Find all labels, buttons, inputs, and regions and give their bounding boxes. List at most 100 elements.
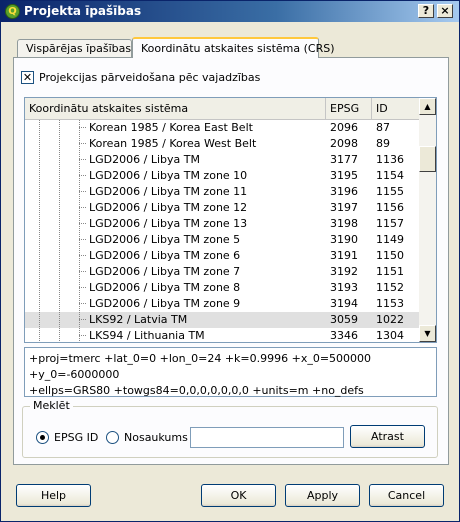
epsg-cell: 3195 (330, 169, 358, 182)
id-cell: 1154 (376, 169, 404, 182)
crs-name-cell: LGD2006 / Libya TM zone 6 (89, 249, 241, 262)
epsg-cell: 3190 (330, 233, 358, 246)
id-cell: 1136 (376, 153, 404, 166)
id-cell: 1152 (376, 281, 404, 294)
crs-name-cell: LGD2006 / Libya TM zone 13 (89, 217, 248, 230)
table-row[interactable]: LGD2006 / Libya TM zone 12 3197 1156 (25, 200, 420, 216)
tree-branch-line (79, 191, 87, 192)
tree-guide-lines (31, 232, 87, 248)
title-bar[interactable]: Q Projekta īpašības ? × (1, 1, 459, 22)
tree-guide-lines (31, 152, 87, 168)
column-header-epsg[interactable]: EPSG (326, 98, 372, 120)
tree-branch-line (79, 143, 87, 144)
radio-epsg-id[interactable] (36, 431, 49, 444)
tab-general[interactable]: Vispārējas īpašības (17, 39, 132, 57)
table-row[interactable]: LGD2006 / Libya TM zone 7 3192 1151 (25, 264, 420, 280)
id-cell: 1022 (376, 313, 404, 326)
tree-branch-line (79, 223, 87, 224)
crs-name-cell: Korean 1985 / Korea West Belt (89, 137, 257, 150)
tab-crs[interactable]: Koordinātu atskaites sistēma (CRS) (132, 37, 335, 58)
table-row[interactable]: LKS94 / Lithuania TM 3346 1304 (25, 328, 420, 342)
tree-branch-line (79, 207, 87, 208)
window-title: Projekta īpašības (24, 4, 142, 18)
crs-name-cell: LGD2006 / Libya TM zone 10 (89, 169, 248, 182)
table-row[interactable]: LGD2006 / Libya TM zone 11 3196 1155 (25, 184, 420, 200)
id-cell: 1150 (376, 249, 404, 262)
epsg-cell: 3193 (330, 281, 358, 294)
tree-guide-lines (31, 296, 87, 312)
scroll-down-arrow-icon[interactable]: ▼ (419, 325, 436, 342)
epsg-cell: 2096 (330, 121, 358, 134)
epsg-cell: 3192 (330, 265, 358, 278)
close-icon[interactable]: × (437, 4, 453, 18)
table-row[interactable]: Korean 1985 / Korea West Belt 2098 89 (25, 136, 420, 152)
apply-button[interactable]: Apply (285, 484, 360, 507)
crs-name-cell: LGD2006 / Libya TM zone 7 (89, 265, 241, 278)
epsg-cell: 3196 (330, 185, 358, 198)
tree-branch-line (79, 159, 87, 160)
crs-name-cell: Korean 1985 / Korea East Belt (89, 121, 253, 134)
crs-name-cell: LGD2006 / Libya TM zone 5 (89, 233, 241, 246)
table-row[interactable]: LGD2006 / Libya TM zone 13 3198 1157 (25, 216, 420, 232)
epsg-cell: 3198 (330, 217, 358, 230)
id-cell: 1157 (376, 217, 404, 230)
column-header-crs[interactable]: Koordinātu atskaites sistēma (25, 98, 326, 120)
ok-button[interactable]: OK (201, 484, 276, 507)
scroll-thumb[interactable] (419, 146, 436, 172)
id-cell: 1151 (376, 265, 404, 278)
table-row[interactable]: LGD2006 / Libya TM zone 6 3191 1150 (25, 248, 420, 264)
find-button[interactable]: Atrast (350, 425, 425, 448)
help-title-button[interactable]: ? (418, 4, 434, 18)
scroll-up-arrow-icon[interactable]: ▲ (419, 98, 436, 115)
vertical-scrollbar[interactable]: ▲ ▼ (419, 98, 436, 342)
tree-guide-lines (31, 312, 87, 328)
crs-tree-list[interactable]: Koordinātu atskaites sistēma EPSG ID Kor… (24, 97, 437, 343)
reprojection-label[interactable]: Projekcijas pārveidošana pēc vajadzības (39, 71, 260, 84)
crs-name-cell: LKS94 / Lithuania TM (89, 329, 205, 342)
search-input[interactable] (190, 427, 344, 448)
reprojection-checkbox[interactable]: ✕ (21, 71, 34, 84)
tree-branch-line (79, 175, 87, 176)
table-row[interactable]: LGD2006 / Libya TM 3177 1136 (25, 152, 420, 168)
table-row[interactable]: Korean 1985 / Korea East Belt 2096 87 (25, 120, 420, 136)
tree-branch-line (79, 271, 87, 272)
epsg-cell: 3177 (330, 153, 358, 166)
id-cell: 1304 (376, 329, 404, 342)
id-cell: 1155 (376, 185, 404, 198)
id-cell: 89 (376, 137, 390, 150)
table-row[interactable]: LGD2006 / Libya TM zone 5 3190 1149 (25, 232, 420, 248)
crs-name-cell: LGD2006 / Libya TM zone 8 (89, 281, 241, 294)
project-properties-window: Q Projekta īpašības ? × Vispārējas īpašī… (0, 0, 460, 522)
id-cell: 1153 (376, 297, 404, 310)
tree-guide-lines (31, 120, 87, 136)
radio-name[interactable] (106, 431, 119, 444)
cancel-button[interactable]: Cancel (369, 484, 444, 507)
tree-branch-line (79, 239, 87, 240)
tree-guide-lines (31, 216, 87, 232)
epsg-cell: 3194 (330, 297, 358, 310)
epsg-cell: 3346 (330, 329, 358, 342)
search-group-title: Meklēt (30, 399, 73, 412)
help-button[interactable]: Help (16, 484, 91, 507)
tree-branch-line (79, 287, 87, 288)
epsg-cell: 2098 (330, 137, 358, 150)
tree-guide-lines (31, 136, 87, 152)
column-header-id[interactable]: ID (372, 98, 420, 120)
tree-branch-line (79, 319, 87, 320)
tree-branch-line (79, 255, 87, 256)
table-row[interactable]: LKS92 / Latvia TM 3059 1022 (25, 312, 420, 328)
table-row[interactable]: LGD2006 / Libya TM zone 8 3193 1152 (25, 280, 420, 296)
tree-guide-lines (31, 264, 87, 280)
id-cell: 1149 (376, 233, 404, 246)
crs-name-cell: LKS92 / Latvia TM (89, 313, 188, 326)
radio-name-label[interactable]: Nosaukums (124, 431, 188, 444)
radio-epsg-id-label[interactable]: EPSG ID (54, 431, 98, 444)
table-row[interactable]: LGD2006 / Libya TM zone 9 3194 1153 (25, 296, 420, 312)
tree-guide-lines (31, 280, 87, 296)
table-row[interactable]: LGD2006 / Libya TM zone 10 3195 1154 (25, 168, 420, 184)
tree-guide-lines (31, 184, 87, 200)
epsg-cell: 3191 (330, 249, 358, 262)
tree-guide-lines (31, 200, 87, 216)
tree-branch-line (79, 335, 87, 336)
proj-definition-text: +proj=tmerc +lat_0=0 +lon_0=24 +k=0.9996… (24, 347, 437, 397)
